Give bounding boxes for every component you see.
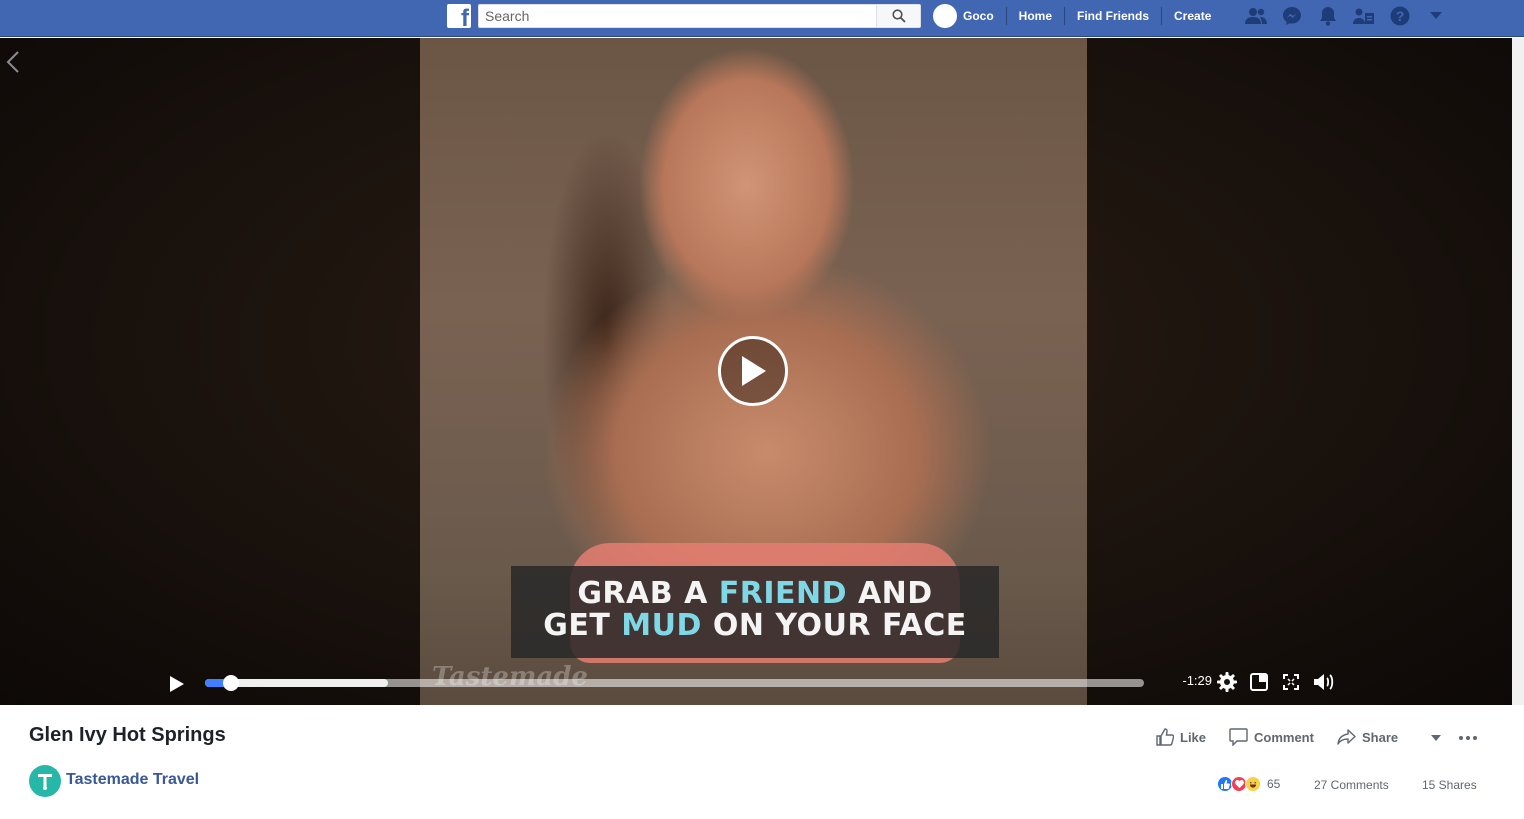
settings-button[interactable] [1216, 671, 1238, 693]
comment-label: Comment [1254, 729, 1314, 745]
quick-help-button[interactable] [1346, 4, 1382, 28]
tastemade-watermark: Tastemade [432, 662, 588, 692]
haha-reaction-icon [1245, 776, 1261, 792]
video-player[interactable]: GRAB A FRIEND AND GET MUD ON YOUR FACE T… [0, 38, 1512, 705]
comments-count-link[interactable]: 27 Comments [1314, 778, 1389, 792]
search-button[interactable] [876, 5, 920, 27]
progress-scrubber[interactable] [223, 675, 240, 691]
search-box [478, 4, 921, 28]
caption-line-1: GRAB A FRIEND AND [577, 576, 933, 611]
top-navigation-bar: f Goco Home Find Friends Create [0, 0, 1524, 37]
back-chevron-icon[interactable] [4, 50, 24, 74]
share-button[interactable]: Share [1337, 728, 1398, 746]
picture-in-picture-button[interactable] [1248, 671, 1270, 693]
search-input[interactable] [479, 5, 876, 27]
comment-icon [1229, 728, 1248, 746]
fullscreen-icon [1283, 674, 1299, 690]
account-menu-button[interactable] [1418, 4, 1454, 28]
reaction-count: 65 [1267, 777, 1281, 791]
page-name-link[interactable]: Tastemade Travel [66, 771, 199, 789]
video-caption: GRAB A FRIEND AND GET MUD ON YOUR FACE [511, 566, 999, 658]
volume-icon [1314, 674, 1334, 690]
time-remaining: -1:29 [1182, 673, 1212, 688]
search-icon [891, 9, 906, 23]
friends-icon [1245, 8, 1267, 24]
like-button[interactable]: Like [1156, 728, 1206, 746]
play-icon [742, 356, 766, 386]
facebook-logo-icon[interactable]: f [447, 4, 471, 28]
like-label: Like [1180, 729, 1207, 745]
home-link[interactable]: Home [1007, 9, 1064, 23]
volume-button[interactable] [1313, 671, 1335, 693]
nav-links: Goco Home Find Friends Create [933, 0, 1223, 32]
profile-link[interactable]: Goco [963, 9, 1006, 23]
notifications-button[interactable] [1310, 4, 1346, 28]
page-avatar[interactable] [29, 765, 61, 797]
user-avatar[interactable] [933, 4, 957, 28]
caption-line-2: GET MUD ON YOUR FACE [543, 608, 967, 643]
notifications-icon [1320, 7, 1336, 26]
dropdown-icon [1430, 12, 1442, 19]
scrollbar-track[interactable] [1512, 38, 1524, 705]
video-frame: GRAB A FRIEND AND GET MUD ON YOUR FACE T… [420, 38, 1087, 705]
video-title: Glen Ivy Hot Springs [29, 724, 226, 746]
help-button[interactable]: ? [1382, 4, 1418, 28]
play-pause-button[interactable] [166, 674, 186, 694]
create-link[interactable]: Create [1162, 9, 1223, 23]
comment-button[interactable]: Comment [1229, 728, 1314, 746]
quick-help-icon [1353, 8, 1374, 24]
center-play-button[interactable] [718, 336, 788, 406]
messenger-icon [1283, 7, 1301, 25]
friend-requests-button[interactable] [1238, 4, 1274, 28]
more-dots-icon [1459, 736, 1477, 740]
tastemade-logo-icon [38, 774, 52, 790]
thumbs-up-icon [1156, 728, 1174, 746]
help-icon: ? [1390, 6, 1410, 26]
messenger-button[interactable] [1274, 4, 1310, 28]
fullscreen-button[interactable] [1280, 671, 1302, 693]
share-icon [1337, 729, 1356, 745]
pip-icon [1250, 673, 1268, 691]
find-friends-link[interactable]: Find Friends [1065, 9, 1161, 23]
reactions-summary[interactable]: 65 [1217, 776, 1280, 792]
gear-icon [1217, 672, 1237, 692]
svg-text:?: ? [1396, 8, 1405, 24]
share-label: Share [1362, 729, 1399, 745]
progress-bar[interactable] [205, 675, 1144, 691]
shares-count-link[interactable]: 15 Shares [1422, 778, 1477, 792]
share-options-chevron-down-icon[interactable] [1430, 733, 1442, 743]
more-options-button[interactable] [1458, 728, 1478, 748]
nav-icon-group: ? [1238, 4, 1454, 28]
